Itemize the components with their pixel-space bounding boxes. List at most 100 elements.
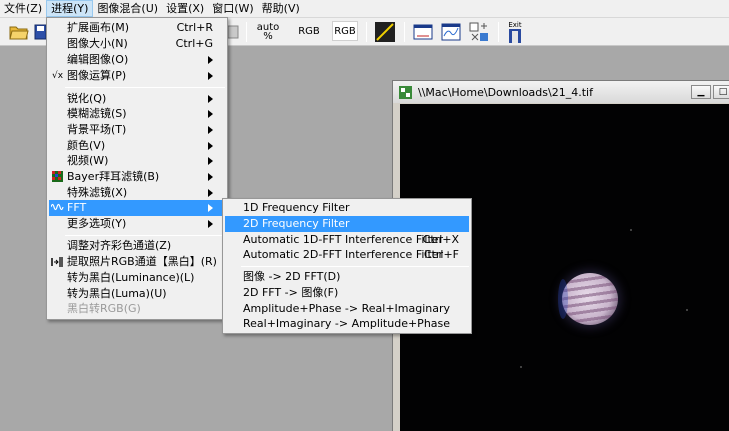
align-tool-icon[interactable] <box>468 21 490 43</box>
menu-item-label: 图像大小(N) <box>67 37 128 50</box>
rgb-button[interactable]: RGB <box>296 21 322 41</box>
menu-item-video[interactable]: 视频(W) <box>49 153 225 169</box>
submenu-arrow-icon <box>208 56 213 64</box>
menu-item-label: Real+Imaginary -> Amplitude+Phase <box>243 317 451 330</box>
histogram-icon[interactable] <box>374 21 396 43</box>
process-menu: 扩展画布(M) Ctrl+R 图像大小(N) Ctrl+G 编辑图像(O) √x… <box>46 17 228 320</box>
submenu-arrow-icon <box>208 126 213 134</box>
menu-item-to-grayscale-luminance[interactable]: 转为黑白(Luminance)(L) <box>49 270 225 286</box>
menu-item-blur-filter[interactable]: 模糊滤镜(S) <box>49 106 225 122</box>
menu-item-shortcut: Ctrl+X <box>422 233 459 246</box>
menu-item-edit-image[interactable]: 编辑图像(O) <box>49 52 225 68</box>
menu-separator <box>241 266 469 267</box>
image-window-titlebar[interactable]: \\Mac\Home\Downloads\21_4.tif <box>393 81 729 103</box>
menu-item-label: 2D Frequency Filter <box>243 217 350 230</box>
menu-item-1d-frequency-filter[interactable]: 1D Frequency Filter <box>225 200 469 216</box>
submenu-arrow-icon <box>208 189 213 197</box>
menu-item-label: 扩展画布(M) <box>67 21 130 34</box>
submenu-arrow-icon <box>208 204 213 212</box>
menu-item-shortcut: Ctrl+R <box>176 21 213 34</box>
menu-item-fft[interactable]: FFT <box>49 200 225 216</box>
menu-item-label: 视频(W) <box>67 154 109 167</box>
submenu-arrow-icon <box>208 157 213 165</box>
graph-window-icon[interactable] <box>440 21 462 43</box>
auto-unit: % <box>263 31 273 42</box>
menu-item-label: FFT <box>67 201 87 214</box>
menu-item-expand-canvas[interactable]: 扩展画布(M) Ctrl+R <box>49 20 225 36</box>
menu-item-image-size[interactable]: 图像大小(N) Ctrl+G <box>49 36 225 52</box>
window-view-icon[interactable] <box>412 21 434 43</box>
menu-item-2d-frequency-filter[interactable]: 2D Frequency Filter <box>225 216 469 232</box>
exit-button[interactable]: Exit <box>504 21 526 43</box>
submenu-arrow-icon <box>208 95 213 103</box>
menu-item-2d-fft-to-image[interactable]: 2D FFT -> 图像(F) <box>225 285 469 301</box>
menu-item-auto-2d-fft-filter[interactable]: Automatic 2D-FFT Interference Filter Ctr… <box>225 247 469 263</box>
menu-item-gray-to-rgb[interactable]: 黑白转RGB(G) <box>49 301 225 317</box>
fft-submenu: 1D Frequency Filter 2D Frequency Filter … <box>222 198 472 334</box>
menu-item-label: 提取照片RGB通道【黑白】(R) <box>67 255 217 268</box>
menu-help[interactable]: 帮助(V) <box>258 0 304 17</box>
submenu-arrow-icon <box>208 72 213 80</box>
menu-item-label: 更多选项(Y) <box>67 217 127 230</box>
image-window-title: \\Mac\Home\Downloads\21_4.tif <box>418 85 593 99</box>
menu-separator <box>65 87 225 88</box>
open-folder-icon[interactable] <box>8 21 30 43</box>
menu-image-blend[interactable]: 图像混合(U) <box>93 0 162 17</box>
waveform-icon <box>50 202 64 214</box>
menubar: 文件(Z) 进程(Y) 图像混合(U) 设置(X) 窗口(W) 帮助(V) <box>0 0 729 18</box>
menu-item-label: 颜色(V) <box>67 139 106 152</box>
exit-door-icon <box>509 28 521 43</box>
menu-item-label: 转为黑白(Luminance)(L) <box>67 271 195 284</box>
menu-item-amp-phase-to-real-imag[interactable]: Amplitude+Phase -> Real+Imaginary <box>225 301 469 317</box>
menu-item-label: Bayer拜耳滤镜(B) <box>67 170 160 183</box>
menu-item-more-options[interactable]: 更多选项(Y) <box>49 216 225 232</box>
menu-item-label: 图像 -> 2D FFT(D) <box>243 270 341 283</box>
menu-item-label: 调整对齐彩色通道(Z) <box>67 239 172 252</box>
menu-item-image-to-2d-fft[interactable]: 图像 -> 2D FFT(D) <box>225 269 469 285</box>
menu-item-label: 锐化(Q) <box>67 92 107 105</box>
minimize-button[interactable]: ▁ <box>691 85 711 99</box>
save-icon[interactable] <box>34 21 46 43</box>
menu-item-to-grayscale-luma[interactable]: 转为黑白(Luma)(U) <box>49 286 225 302</box>
submenu-arrow-icon <box>208 110 213 118</box>
exit-label: Exit <box>508 20 522 29</box>
menu-item-label: 背景平场(T) <box>67 123 127 136</box>
menu-item-label: Automatic 1D-FFT Interference Filter <box>243 233 444 246</box>
menu-item-real-imag-to-amp-phase[interactable]: Real+Imaginary -> Amplitude+Phase <box>225 316 469 332</box>
menu-item-label: Automatic 2D-FFT Interference Filter <box>243 248 444 261</box>
menu-item-sharpen[interactable]: 锐化(Q) <box>49 91 225 107</box>
submenu-arrow-icon <box>208 173 213 181</box>
sqrt-icon: √x <box>51 71 64 81</box>
menu-item-extract-rgb[interactable]: 提取照片RGB通道【黑白】(R) <box>49 254 225 270</box>
menu-item-auto-1d-fft-filter[interactable]: Automatic 1D-FFT Interference Filter Ctr… <box>225 232 469 248</box>
menu-item-image-arithmetic[interactable]: √x 图像运算(P) <box>49 68 225 84</box>
menu-item-label: 2D FFT -> 图像(F) <box>243 286 339 299</box>
maximize-button[interactable]: □ <box>713 85 729 99</box>
rgb-toggle-button[interactable]: RGB <box>332 21 358 41</box>
menu-item-color[interactable]: 颜色(V) <box>49 138 225 154</box>
menu-item-bayer-filter[interactable]: Bayer拜耳滤镜(B) <box>49 169 225 185</box>
menu-item-special-filter[interactable]: 特殊滤镜(X) <box>49 185 225 201</box>
tool-icon[interactable] <box>228 21 240 43</box>
menu-item-label: 编辑图像(O) <box>67 53 129 66</box>
menu-item-label: 1D Frequency Filter <box>243 201 350 214</box>
menu-separator <box>65 235 225 236</box>
menu-item-label: 模糊滤镜(S) <box>67 107 127 120</box>
bayer-grid-icon <box>51 171 64 183</box>
submenu-arrow-icon <box>208 220 213 228</box>
image-window-icon <box>399 85 412 99</box>
menu-item-background-flat[interactable]: 背景平场(T) <box>49 122 225 138</box>
menu-file[interactable]: 文件(Z) <box>0 0 46 17</box>
menu-item-align-color-channels[interactable]: 调整对齐彩色通道(Z) <box>49 238 225 254</box>
menu-item-shortcut: Ctrl+G <box>175 37 213 50</box>
menu-item-label: Amplitude+Phase -> Real+Imaginary <box>243 302 451 315</box>
submenu-arrow-icon <box>208 142 213 150</box>
menu-settings[interactable]: 设置(X) <box>162 0 208 17</box>
menu-window[interactable]: 窗口(W) <box>208 0 257 17</box>
menu-process[interactable]: 进程(Y) <box>46 0 94 17</box>
menu-item-label: 黑白转RGB(G) <box>67 302 141 315</box>
menu-item-label: 转为黑白(Luma)(U) <box>67 287 167 300</box>
menu-item-shortcut: Ctrl+F <box>423 248 459 261</box>
menu-item-label: 特殊滤镜(X) <box>67 186 128 199</box>
auto-percent-button[interactable]: auto % <box>254 21 282 43</box>
